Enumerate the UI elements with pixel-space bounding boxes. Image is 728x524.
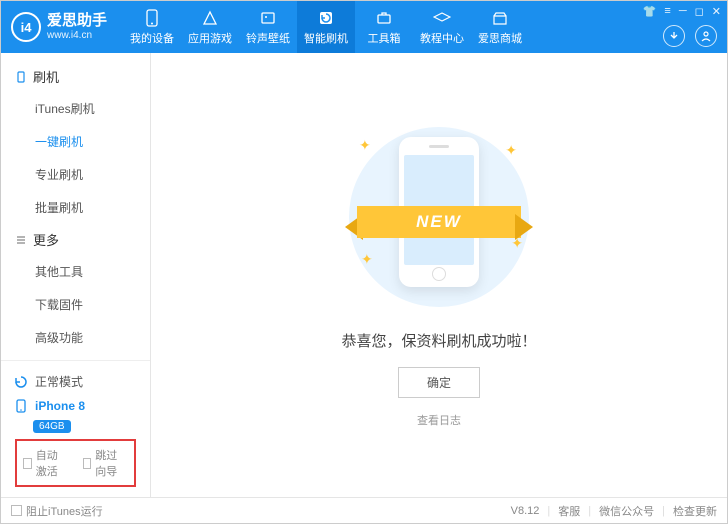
sidebar-item-firmware[interactable]: 下载固件	[1, 288, 150, 321]
refresh-icon	[13, 374, 29, 390]
wechat-link[interactable]: 微信公众号	[599, 503, 654, 519]
success-message: 恭喜您，保资料刷机成功啦！	[341, 330, 536, 351]
options-highlight: 自动激活 跳过向导	[15, 439, 136, 487]
graduation-icon	[433, 9, 451, 27]
version-label: V8.12	[511, 505, 540, 517]
checkbox-icon	[23, 458, 32, 469]
checkbox-icon	[83, 458, 92, 469]
ok-button[interactable]: 确定	[398, 367, 480, 398]
apps-icon	[201, 9, 219, 27]
block-itunes-checkbox[interactable]: 阻止iTunes运行	[11, 503, 103, 519]
new-ribbon: NEW	[339, 200, 539, 244]
shop-icon	[491, 9, 509, 27]
app-name: 爱思助手	[47, 13, 107, 30]
phone-icon	[15, 71, 27, 83]
nav-ringtone[interactable]: 铃声壁纸	[239, 1, 297, 53]
close-icon[interactable]: ✕	[712, 5, 721, 18]
storage-badge: 64GB	[33, 420, 71, 433]
briefcase-icon	[375, 9, 393, 27]
mode-label: 正常模式	[35, 373, 83, 390]
refresh-icon	[317, 9, 335, 27]
sidebar-group-flash: 刷机	[1, 61, 150, 92]
view-log-link[interactable]: 查看日志	[417, 412, 461, 428]
support-link[interactable]: 客服	[558, 503, 580, 519]
sidebar: 刷机 iTunes刷机 一键刷机 专业刷机 批量刷机 更多 其他工具 下载固件 …	[1, 53, 151, 497]
user-icon[interactable]	[695, 25, 717, 47]
main-content: ✦✦✦✦ NEW 恭喜您，保资料刷机成功啦！ 确定 查看日志	[151, 53, 727, 497]
top-nav: 我的设备 应用游戏 铃声壁纸 智能刷机 工具箱 教程中心	[123, 1, 529, 53]
mode-row[interactable]: 正常模式	[11, 369, 140, 394]
sidebar-item-other[interactable]: 其他工具	[1, 255, 150, 288]
logo-icon: i4	[11, 12, 41, 42]
image-icon	[259, 9, 277, 27]
auto-activate-checkbox[interactable]: 自动激活	[23, 447, 69, 479]
logo: i4 爱思助手 www.i4.cn	[1, 12, 117, 42]
app-url: www.i4.cn	[47, 30, 107, 41]
phone-icon	[143, 9, 161, 27]
sidebar-item-pro[interactable]: 专业刷机	[1, 158, 150, 191]
checkbox-icon	[11, 505, 22, 516]
nav-flash[interactable]: 智能刷机	[297, 1, 355, 53]
footer: 阻止iTunes运行 V8.12 | 客服 | 微信公众号 | 检查更新	[1, 497, 727, 523]
sidebar-item-onekey[interactable]: 一键刷机	[1, 125, 150, 158]
update-link[interactable]: 检查更新	[673, 503, 717, 519]
nav-apps[interactable]: 应用游戏	[181, 1, 239, 53]
header: i4 爱思助手 www.i4.cn 我的设备 应用游戏 铃声壁纸 智能刷机	[1, 1, 727, 53]
phone-icon	[13, 398, 29, 414]
skip-guide-checkbox[interactable]: 跳过向导	[83, 447, 129, 479]
nav-toolbox[interactable]: 工具箱	[355, 1, 413, 53]
menu-icon	[15, 234, 27, 246]
nav-device[interactable]: 我的设备	[123, 1, 181, 53]
sidebar-group-more: 更多	[1, 224, 150, 255]
nav-store[interactable]: 爱思商城	[471, 1, 529, 53]
success-illustration: ✦✦✦✦ NEW	[339, 122, 539, 312]
download-icon[interactable]	[663, 25, 685, 47]
window-controls: 👕 ≡ ─ ◻ ✕	[643, 5, 721, 18]
sidebar-item-itunes[interactable]: iTunes刷机	[1, 92, 150, 125]
device-label: iPhone 8	[35, 399, 85, 413]
minimize-icon[interactable]: ─	[679, 5, 687, 18]
sidebar-item-batch[interactable]: 批量刷机	[1, 191, 150, 224]
menu-icon[interactable]: ≡	[664, 5, 670, 18]
device-row[interactable]: iPhone 8	[11, 394, 140, 418]
maximize-icon[interactable]: ◻	[695, 5, 704, 18]
nav-tutorial[interactable]: 教程中心	[413, 1, 471, 53]
skin-icon[interactable]: 👕	[643, 5, 657, 18]
sidebar-item-advanced[interactable]: 高级功能	[1, 321, 150, 354]
